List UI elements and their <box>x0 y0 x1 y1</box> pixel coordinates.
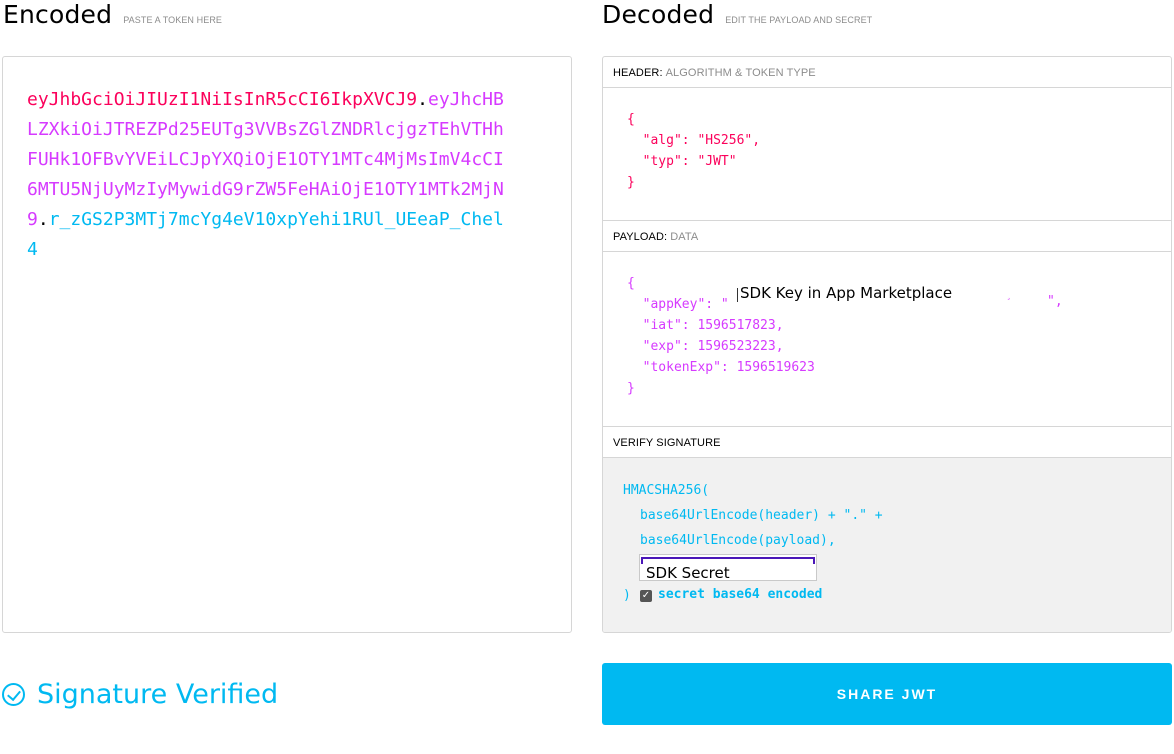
header-json[interactable]: { "alg": "HS256", "typ": "JWT" } <box>627 109 760 193</box>
header-label: HEADER: <box>613 67 663 79</box>
verify-signature-section: VERIFY SIGNATURE HMACSHA256( base64UrlEn… <box>603 427 1171 632</box>
secret-input[interactable] <box>639 554 817 581</box>
header-section: HEADER: ALGORITHM & TOKEN TYPE { "alg": "… <box>603 57 1171 221</box>
hmac-payload-line: base64UrlEncode(payload), <box>640 533 836 548</box>
header-sublabel: ALGORITHM & TOKEN TYPE <box>665 67 816 79</box>
encoded-token-text[interactable]: eyJhbGciOiJIUzI1NiIsInR5cCI6IkpXVCJ9.eyJ… <box>27 85 512 265</box>
decoded-panel: HEADER: ALGORITHM & TOKEN TYPE { "alg": "… <box>602 56 1172 633</box>
encoded-subtitle: PASTE A TOKEN HERE <box>123 15 223 25</box>
base64-checkbox[interactable]: ✓ <box>640 590 652 602</box>
appkey-value-overlay[interactable]: SDK Key in App Marketplace ¸ <box>737 283 1047 305</box>
appkey-overlay-text: SDK Key in App Marketplace <box>740 284 953 302</box>
header-json-editor[interactable]: { "alg": "HS256", "typ": "JWT" } <box>603 88 1171 221</box>
decoded-subtitle: EDIT THE PAYLOAD AND SECRET <box>725 15 873 25</box>
encoded-column-title: Encoded PASTE A TOKEN HERE <box>3 0 222 34</box>
appkey-overlay-mark: ¸ <box>1006 291 1012 301</box>
payload-line: "tokenExp": 1596519623 <box>627 360 815 375</box>
verify-section-title: VERIFY SIGNATURE <box>603 427 1171 458</box>
payload-line-appkey: "appKey": " <box>627 297 729 312</box>
payload-line: "iat": 1596517823, <box>627 318 784 333</box>
payload-section-title: PAYLOAD: DATA <box>603 221 1171 252</box>
share-jwt-button[interactable]: SHARE JWT <box>602 663 1172 725</box>
hmac-close-paren: ) <box>623 588 631 603</box>
decoded-column-title: Decoded EDIT THE PAYLOAD AND SECRET <box>602 0 872 34</box>
check-circle-icon <box>2 682 25 706</box>
text-cursor <box>737 288 738 302</box>
payload-section: PAYLOAD: DATA { "appKey": " "iat": 159651… <box>603 221 1171 427</box>
payload-label: PAYLOAD: <box>613 231 668 243</box>
token-signature-part: r_zGS2P3MTj7mcYg4eV10xpYehi1RUl_UEeaP_Ch… <box>27 209 504 260</box>
payload-line: { <box>627 276 635 291</box>
payload-sublabel: DATA <box>670 231 699 243</box>
hmac-header-line: base64UrlEncode(header) + "." + <box>640 508 883 523</box>
token-separator: . <box>417 89 428 110</box>
signature-status: Signature Verified <box>2 676 278 712</box>
signature-status-text: Signature Verified <box>37 678 279 710</box>
base64-checkbox-label[interactable]: secret base64 encoded <box>658 587 822 602</box>
hmac-line: HMACSHA256( <box>623 483 710 498</box>
token-separator: . <box>37 209 49 230</box>
verify-signature-body: HMACSHA256( base64UrlEncode(header) + ".… <box>603 458 1171 632</box>
token-header-part: eyJhbGciOiJIUzI1NiIsInR5cCI6IkpXVCJ9 <box>27 89 418 110</box>
payload-line: } <box>627 381 635 396</box>
header-section-title: HEADER: ALGORITHM & TOKEN TYPE <box>603 57 1171 88</box>
appkey-close-quote: ", <box>1047 294 1063 309</box>
payload-line: "exp": 1596523223, <box>627 339 784 354</box>
decoded-title: Decoded <box>602 0 715 29</box>
payload-json-editor[interactable]: { "appKey": " "iat": 1596517823, "exp": … <box>603 252 1171 427</box>
encoded-token-editor[interactable]: eyJhbGciOiJIUzI1NiIsInR5cCI6IkpXVCJ9.eyJ… <box>2 56 572 633</box>
encoded-title: Encoded <box>3 0 113 29</box>
